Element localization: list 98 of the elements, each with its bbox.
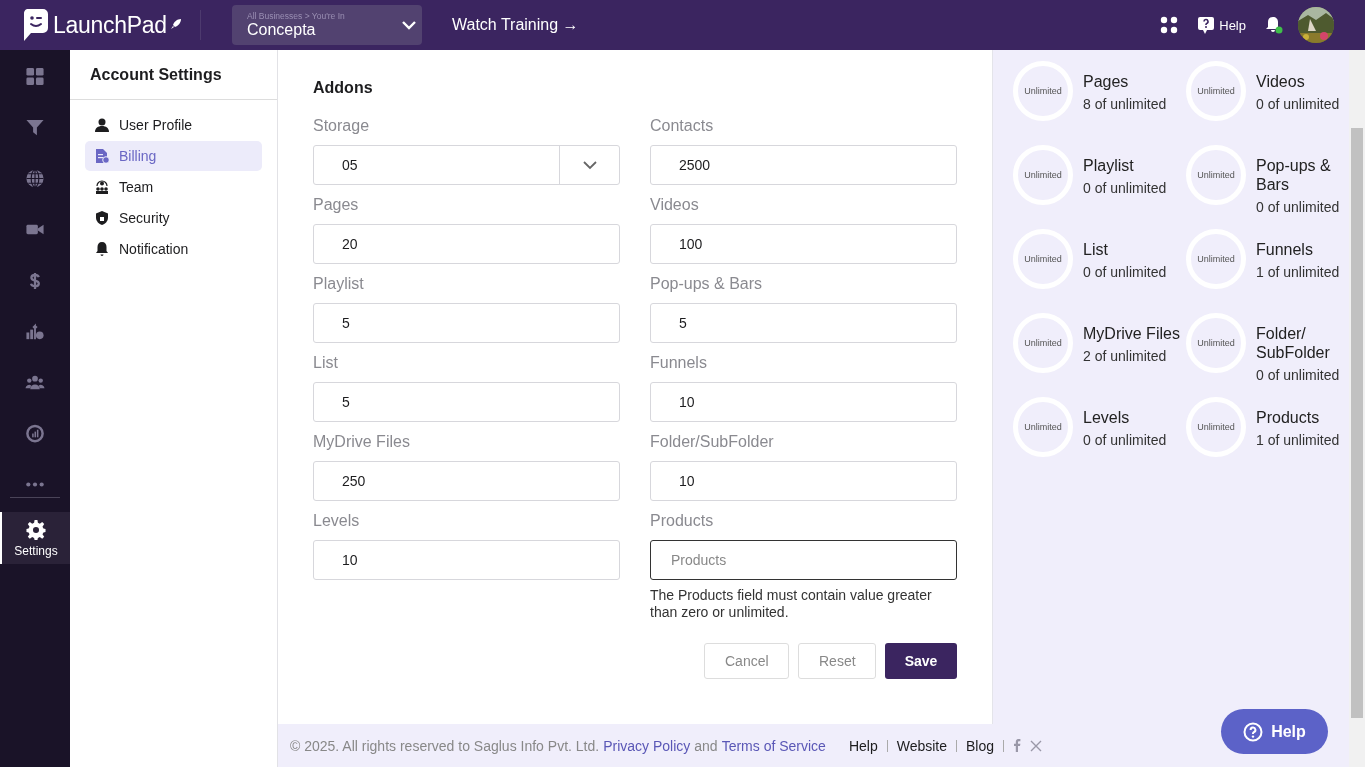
- usage-title: MyDrive Files: [1083, 324, 1180, 343]
- sales-chart-icon[interactable]: [25, 322, 45, 342]
- field-label: List: [313, 354, 339, 372]
- usage-count: 0 of unlimited: [1256, 366, 1341, 384]
- privacy-policy-link[interactable]: Privacy Policy: [603, 737, 691, 754]
- usage-ring: Unlimited: [1186, 313, 1246, 373]
- input-field[interactable]: 100: [650, 224, 957, 264]
- field-label: Funnels: [650, 354, 708, 372]
- field-label: Playlist: [313, 275, 365, 293]
- apps-icon[interactable]: [1160, 16, 1179, 34]
- menu-item[interactable]: Team: [85, 172, 262, 202]
- copyright-text: © 2025. All rights reserved to Saglus Info Pvt. Ltd.: [290, 737, 600, 754]
- usage-count: 0 of unlimited: [1083, 179, 1167, 197]
- invoice-icon: [95, 149, 109, 163]
- usage-ring: Unlimited: [1186, 61, 1246, 121]
- usage-count: 0 of unlimited: [1083, 263, 1167, 281]
- usage-count: 0 of unlimited: [1083, 431, 1167, 449]
- gauge-icon[interactable]: [25, 424, 45, 444]
- usage-ring: Unlimited: [1013, 61, 1073, 121]
- field-label: Pages: [313, 196, 360, 214]
- footer-link[interactable]: Website: [896, 737, 948, 754]
- usage-ring: Unlimited: [1186, 229, 1246, 289]
- usage-title: Pop-ups & Bars: [1256, 156, 1332, 194]
- field-label: Pop-ups & Bars: [650, 275, 764, 293]
- menu-item[interactable]: User Profile: [85, 110, 262, 140]
- usage-ring: Unlimited: [1013, 397, 1073, 457]
- sidebar-title: Account Settings: [70, 50, 277, 100]
- watch-training-link[interactable]: Watch Training →: [452, 16, 579, 34]
- field-label: MyDrive Files: [313, 433, 411, 451]
- chevron-down-icon: [582, 160, 597, 170]
- usage-ring: Unlimited: [1013, 229, 1073, 289]
- usage-ring: Unlimited: [1186, 397, 1246, 457]
- chevron-down-icon: [402, 20, 416, 30]
- help-button[interactable]: Help: [1221, 709, 1328, 754]
- x-icon[interactable]: [1030, 739, 1043, 752]
- usage-title: Funnels: [1256, 240, 1314, 259]
- usage-title: Levels: [1083, 408, 1131, 427]
- usage-count: 0 of unlimited: [1256, 95, 1340, 113]
- footer-link[interactable]: Help: [848, 737, 878, 754]
- bell-icon: [95, 242, 109, 256]
- usage-title: Folder/ SubFolder: [1256, 324, 1331, 362]
- form-button[interactable]: Reset: [798, 643, 876, 679]
- settings-nav-item[interactable]: Settings: [0, 512, 70, 564]
- input-field[interactable]: 5: [313, 303, 620, 343]
- usage-count: 0 of unlimited: [1256, 198, 1341, 216]
- usage-count: 1 of unlimited: [1256, 431, 1340, 449]
- logo-icon: [22, 9, 48, 41]
- form-button[interactable]: Cancel: [704, 643, 789, 679]
- notification-bell-icon[interactable]: [1265, 16, 1283, 34]
- field-label: Storage: [313, 117, 371, 135]
- usage-ring: Unlimited: [1013, 313, 1073, 373]
- user-icon: [95, 118, 109, 132]
- usage-count: 2 of unlimited: [1083, 347, 1168, 365]
- input-field[interactable]: 250: [313, 461, 620, 501]
- usage-title: Playlist: [1083, 156, 1135, 175]
- field-label: Products: [650, 512, 715, 530]
- help-icon: [1243, 721, 1264, 742]
- facebook-icon[interactable]: [1013, 739, 1022, 752]
- usage-ring: Unlimited: [1013, 145, 1073, 205]
- input-field[interactable]: 10: [313, 540, 620, 580]
- menu-item[interactable]: Notification: [85, 234, 262, 264]
- input-field[interactable]: Products: [650, 540, 957, 580]
- field-label: Contacts: [650, 117, 715, 135]
- input-field[interactable]: 5: [313, 382, 620, 422]
- usage-title: Videos: [1256, 72, 1306, 91]
- help-link[interactable]: Help: [1198, 16, 1246, 34]
- input-field[interactable]: 5: [650, 303, 957, 343]
- error-message: The Products field must contain value greater than zero or unlimited.: [650, 587, 933, 621]
- usage-title: List: [1083, 240, 1109, 259]
- menu-item[interactable]: Billing: [85, 141, 262, 171]
- dashboard-icon[interactable]: [25, 67, 45, 87]
- globe-icon[interactable]: [25, 169, 45, 189]
- scrollbar[interactable]: [1349, 50, 1365, 767]
- usage-count: 1 of unlimited: [1256, 263, 1340, 281]
- brand-logo[interactable]: LaunchPad: [22, 9, 200, 41]
- funnel-icon[interactable]: [25, 118, 45, 138]
- usage-count: 8 of unlimited: [1083, 95, 1167, 113]
- input-field[interactable]: 20: [313, 224, 620, 264]
- field-label: Folder/SubFolder: [650, 433, 775, 451]
- input-field[interactable]: 2500: [650, 145, 957, 185]
- field-label: Videos: [650, 196, 700, 214]
- conjunction-text: and: [694, 737, 718, 754]
- shield-icon: [95, 211, 109, 225]
- section-title: Addons: [313, 79, 374, 97]
- storage-select[interactable]: 05: [313, 145, 620, 185]
- terms-link[interactable]: Terms of Service: [721, 737, 826, 754]
- input-field[interactable]: 10: [650, 382, 957, 422]
- usage-title: Products: [1256, 408, 1321, 427]
- usage-title: Pages: [1083, 72, 1130, 91]
- usage-ring: Unlimited: [1186, 145, 1246, 205]
- menu-item[interactable]: Security: [85, 203, 262, 233]
- help-icon: [1198, 16, 1215, 34]
- team-icon: [95, 180, 109, 194]
- save-button[interactable]: Save: [885, 643, 957, 679]
- field-label: Levels: [313, 512, 361, 530]
- settings-icon: [26, 519, 46, 540]
- footer-link[interactable]: Blog: [966, 737, 995, 754]
- input-field[interactable]: 10: [650, 461, 957, 501]
